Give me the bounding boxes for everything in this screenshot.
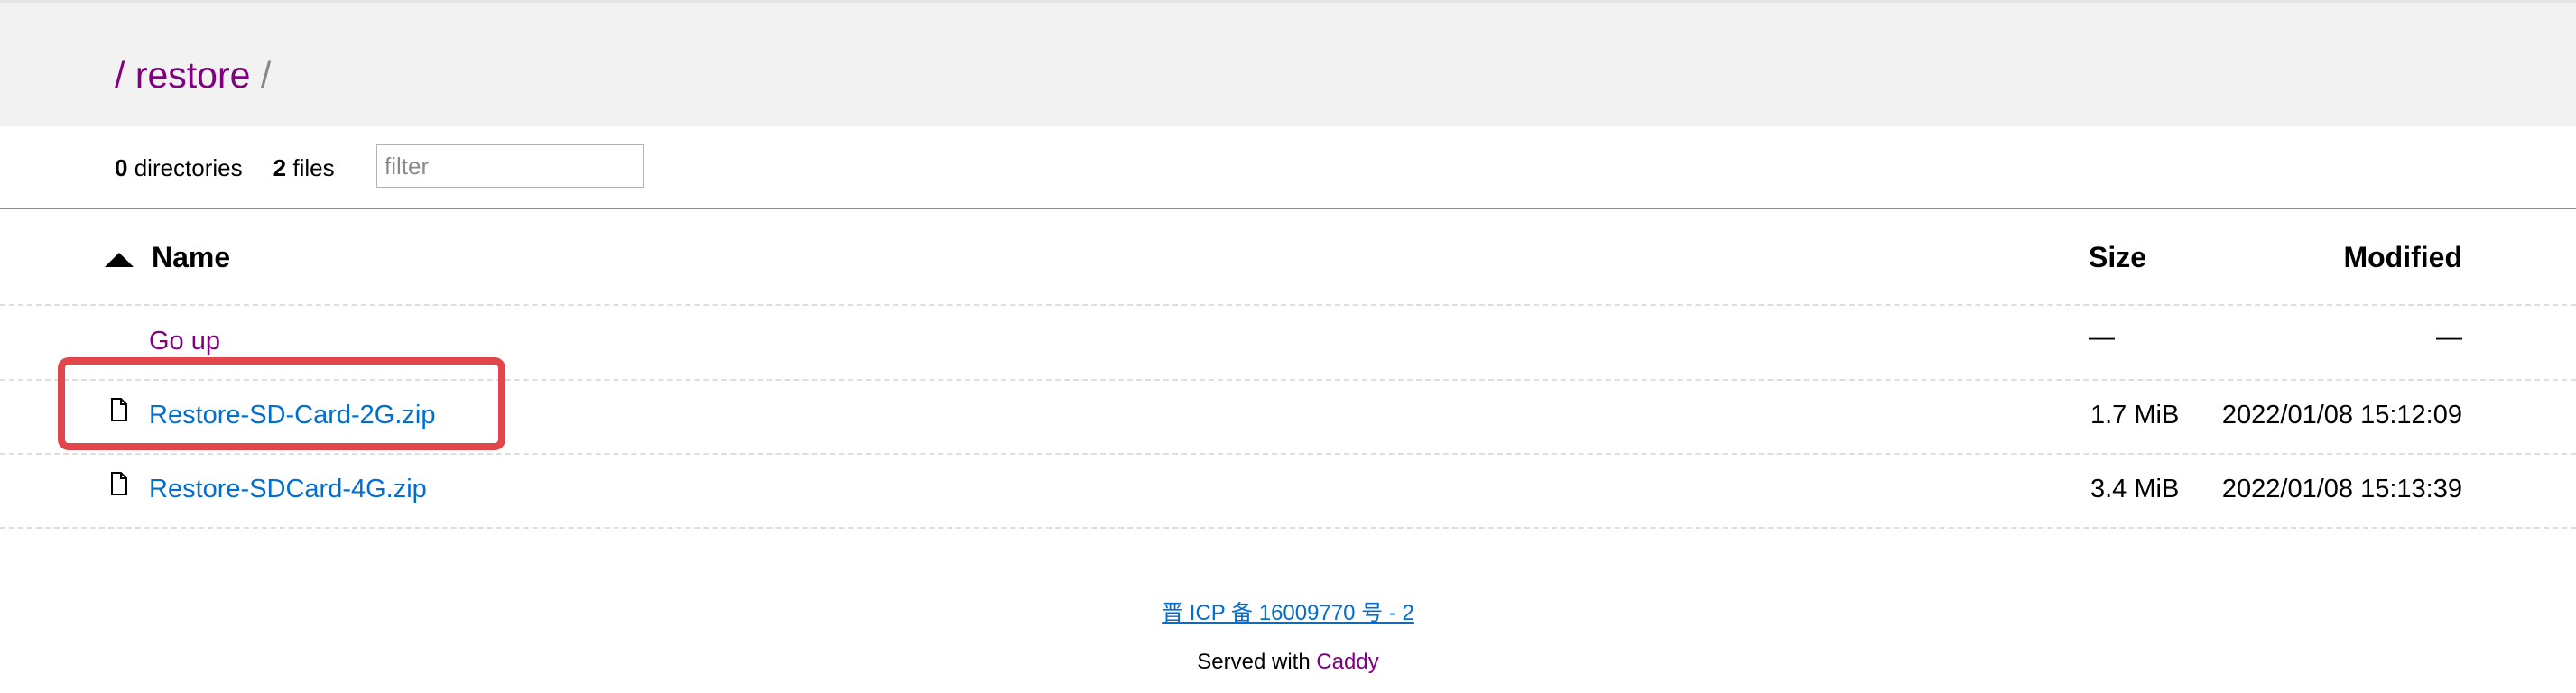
file-size: 3.4 MiB [2090,475,2180,504]
filter-input[interactable] [376,144,644,188]
sort-ascending-icon[interactable] [105,253,134,267]
file-size: 1.7 MiB [2090,401,2180,430]
served-with-footer: Served with Caddy [0,650,2576,675]
row-divider [0,527,2576,529]
row-divider [0,304,2576,306]
icp-license-link[interactable]: 晋 ICP 备 16009770 号 - 2 [0,595,2576,626]
breadcrumb-separator: / [260,54,272,96]
row-divider [0,453,2576,455]
file-icon [110,472,128,495]
file-modified: 2022/01/08 15:12:09 [2221,401,2462,430]
breadcrumb-root-link[interactable]: / [115,54,125,96]
files-label: files [292,153,335,181]
header-divider [0,208,2576,209]
directories-count: 0 [115,153,128,181]
go-up-size: — [2089,323,2115,352]
file-modified: 2022/01/08 15:13:39 [2221,475,2462,504]
breadcrumb-folder-link[interactable]: restore [135,54,251,96]
go-up-modified: — [2436,323,2462,352]
column-header-name[interactable]: Name [152,241,230,274]
directories-label: directories [134,153,243,181]
highlight-box [58,357,505,450]
served-with-label: Served with [1197,650,1311,674]
files-count: 2 [273,153,287,181]
breadcrumb: / restore / [115,53,271,97]
file-link-restore-sdcard-4g[interactable]: Restore-SDCard-4G.zip [149,475,427,504]
listing-summary: 0 directories 2 files [115,146,335,189]
column-header-modified[interactable]: Modified [2293,241,2462,274]
page-header: / restore / [0,3,2576,126]
column-header-size[interactable]: Size [2089,241,2146,274]
go-up-link[interactable]: Go up [149,327,220,356]
caddy-link[interactable]: Caddy [1316,650,1378,674]
